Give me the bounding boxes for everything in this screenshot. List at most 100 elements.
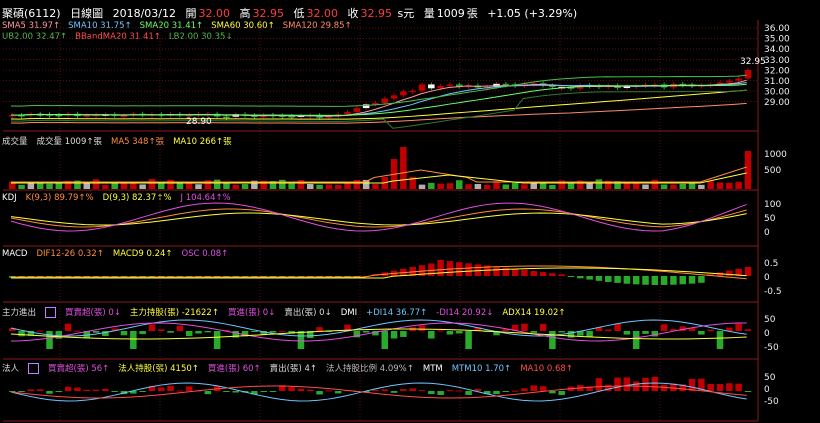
volume-bar: [139, 184, 146, 189]
main-force-bar: [446, 331, 454, 335]
macd-osc-bar: [688, 276, 696, 284]
macd-osc-bar: [567, 276, 575, 277]
inst-axis-tick: 0: [764, 385, 770, 395]
price-axis-tick: 35.00: [764, 35, 790, 45]
main-force-bar: [605, 329, 612, 331]
price-axis-tick: 33.00: [764, 56, 790, 66]
institutional-bar: [381, 389, 389, 391]
volume-bar: [55, 182, 63, 189]
main-force-bar: [539, 323, 547, 331]
institutional-bar: [111, 391, 118, 392]
price-axis-tick: 30.00: [764, 88, 790, 98]
stock-chart-canvas[interactable]: 36.0035.0034.0033.0032.0031.0030.0029.00…: [0, 0, 820, 423]
institutional-bar: [716, 384, 724, 391]
volume-bar: [148, 179, 156, 189]
macd-osc-bar: [670, 276, 677, 285]
institutional-bar: [511, 390, 519, 392]
price-axis-tick: 31.00: [764, 77, 790, 87]
institutional-bar: [651, 376, 659, 391]
volume-bar: [400, 147, 407, 189]
main-force-bar: [614, 323, 621, 331]
institutional-bar: [437, 391, 444, 395]
dmi-axis-tick: -50: [764, 343, 779, 353]
main-force-bar: [418, 325, 426, 331]
price-candle: [735, 78, 742, 81]
macd-osc-bar: [539, 272, 547, 276]
price-candle: [353, 108, 361, 112]
institutional-bar: [204, 391, 212, 395]
institutional-bar: [74, 387, 81, 391]
volume-bar: [428, 182, 435, 189]
volume-bar: [111, 182, 118, 189]
institutional-bar: [55, 391, 63, 392]
macd-osc-bar: [530, 271, 538, 276]
volume-bar: [688, 183, 696, 189]
volume-bar: [623, 183, 631, 189]
volume-bar: [726, 182, 733, 189]
main-force-bar: [167, 331, 174, 333]
institutional-bar: [372, 389, 379, 391]
price-candle: [223, 116, 230, 119]
price-candle: [726, 80, 733, 83]
main-force-bar: [158, 329, 165, 331]
main-force-bar: [660, 324, 668, 331]
main-force-bar: [567, 331, 575, 338]
main-force-bar: [139, 331, 146, 335]
institutional-bar: [614, 377, 621, 391]
macd-osc-bar: [623, 276, 631, 284]
macd-osc-bar: [660, 276, 668, 285]
main-force-bar: [74, 330, 81, 332]
price-axis-tick: 34.00: [764, 45, 790, 55]
volume-bar: [316, 184, 323, 189]
main-force-bar: [716, 331, 724, 349]
price-candle: [400, 91, 407, 96]
institutional-bar: [735, 383, 742, 391]
volume-bar: [707, 181, 714, 189]
macd-osc-bar: [614, 276, 621, 283]
institutional-bar: [418, 390, 426, 392]
macd-osc-bar: [726, 270, 733, 276]
price-candle: [744, 70, 752, 79]
institutional-bar: [726, 383, 733, 391]
institutional-bar: [400, 389, 407, 391]
institutional-bar: [288, 386, 295, 391]
main-force-bar: [428, 331, 435, 339]
volume-bar: [456, 180, 463, 189]
main-force-bar: [64, 323, 72, 331]
institutional-bar: [521, 388, 528, 391]
price-high-label: 32.95: [740, 57, 766, 67]
volume-bar: [102, 184, 109, 189]
macd-osc-bar: [549, 273, 556, 276]
macd-osc-bar: [511, 268, 519, 276]
main-force-bar: [465, 331, 472, 349]
institutional-bar: [446, 390, 454, 392]
volume-ma5-line: [11, 166, 747, 183]
volume-bar: [325, 184, 333, 189]
institutional-bar: [465, 391, 472, 395]
dmi-axis-tick: 50: [764, 315, 776, 325]
price-candle: [502, 83, 510, 86]
institutional-bar: [36, 389, 44, 391]
volume-bar: [502, 184, 510, 189]
volume-bar: [36, 182, 44, 189]
macd-osc-bar: [651, 276, 659, 285]
main-force-bar: [549, 331, 556, 349]
institutional-bar: [707, 383, 714, 391]
main-force-bar: [213, 331, 221, 349]
main-force-bar: [36, 330, 44, 332]
volume-bar: [18, 184, 25, 189]
institutional-bar: [102, 388, 109, 391]
institutional-bar: [558, 391, 565, 395]
main-force-bar: [195, 331, 202, 334]
volume-bar: [167, 179, 174, 189]
volume-bar: [213, 179, 221, 189]
main-force-bar: [316, 327, 323, 331]
macd-axis-tick: 0.5: [764, 259, 778, 269]
main-force-bar: [530, 331, 538, 333]
macd-osc-bar: [465, 263, 472, 276]
institutional-bar: [623, 377, 631, 391]
institutional-bar: [530, 385, 538, 391]
institutional-bar: [428, 391, 435, 395]
volume-bar: [92, 179, 100, 189]
price-low-label: 28.90: [186, 117, 212, 127]
